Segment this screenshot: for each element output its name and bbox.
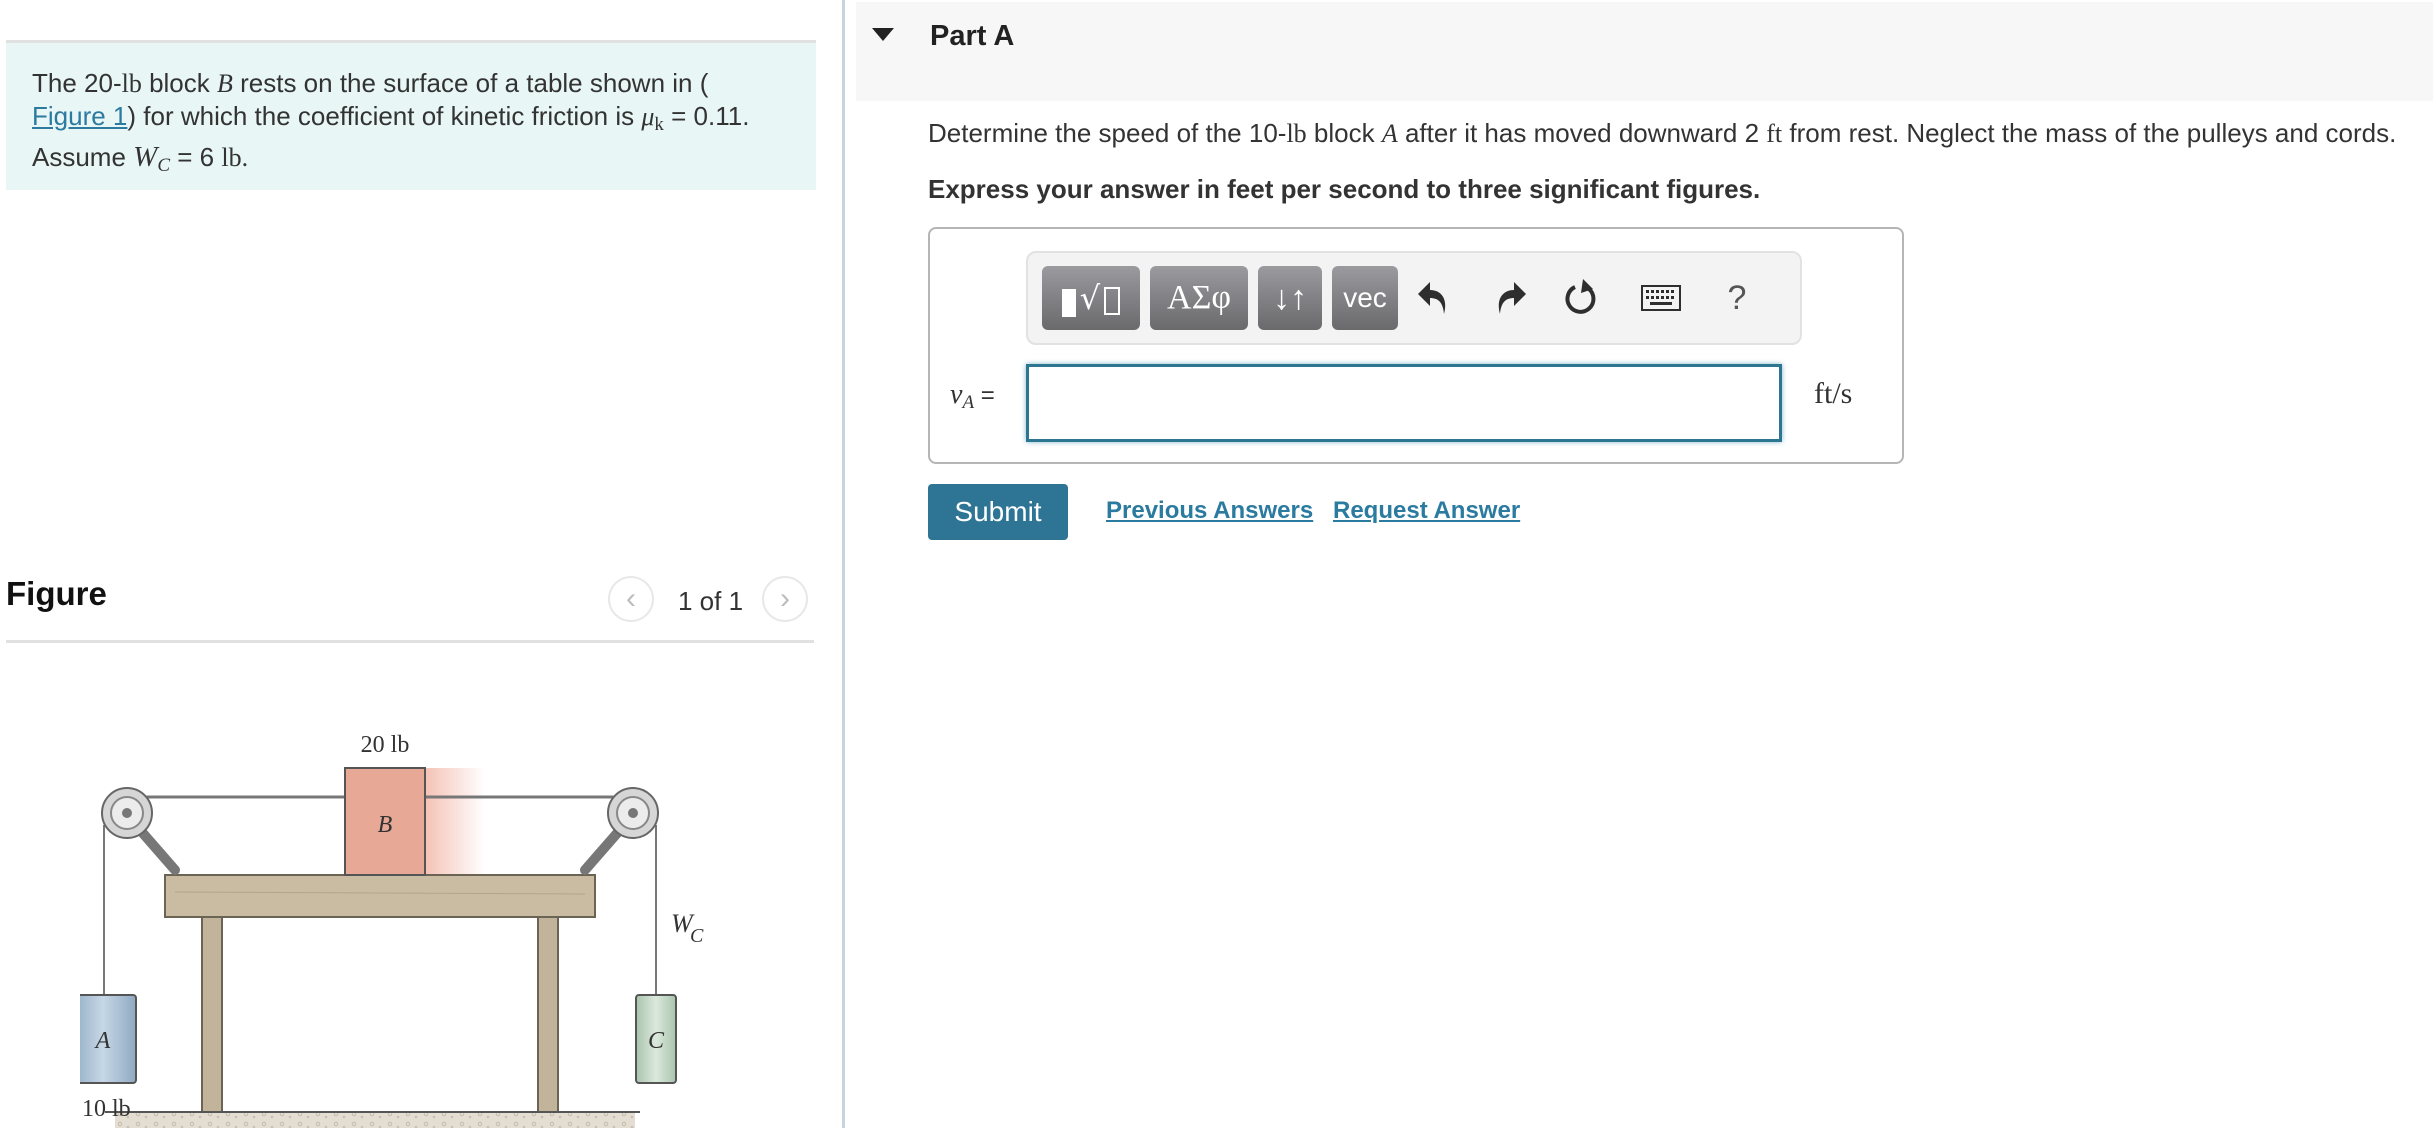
ground [115, 1113, 635, 1128]
figure-header: Figure ‹ 1 of 1 › [6, 565, 814, 643]
block-b-weight-label: 20 lb [361, 732, 410, 758]
answer-input[interactable] [1026, 364, 1782, 442]
block-b-label: B [378, 812, 393, 838]
answer-unit: ft/s [1814, 377, 1853, 410]
block-b-glow [425, 768, 485, 875]
answer-variable-label: vA = [950, 379, 995, 413]
undo-icon [1418, 282, 1446, 314]
block-a-weight-label: 10 lb [82, 1096, 131, 1122]
previous-figure-button[interactable]: ‹ [608, 576, 654, 622]
problem-statement: The 20-lb block B rests on the surface o… [6, 40, 816, 190]
help-icon: ? [1727, 278, 1747, 317]
question-text: Determine the speed of the 10-lb block A… [928, 118, 2397, 148]
table-leg-right [537, 916, 559, 1113]
figure-image: B 20 lb A 10 lb C W C [80, 732, 704, 1128]
greek-symbols-button[interactable]: ΑΣφ [1150, 266, 1248, 330]
keyboard-icon [1641, 285, 1681, 311]
answer-box: √ ΑΣφ ↓↑ vec ? vA = ft/s [928, 227, 1904, 464]
templates-button[interactable]: √ [1042, 266, 1140, 330]
next-figure-button[interactable]: › [762, 576, 808, 622]
undo-button[interactable] [1410, 275, 1456, 321]
wc-sub-label: C [690, 925, 704, 947]
previous-answers-link[interactable]: Previous Answers [1106, 497, 1313, 525]
vector-button[interactable]: vec [1332, 266, 1398, 330]
arrows-icon: ↓↑ [1273, 278, 1307, 317]
reset-button[interactable] [1560, 275, 1606, 321]
submit-button[interactable]: Submit [928, 484, 1068, 540]
keyboard-button[interactable] [1638, 275, 1684, 321]
table-top [164, 874, 596, 918]
figure-link[interactable]: Figure 1 [32, 101, 127, 131]
arrows-button[interactable]: ↓↑ [1258, 266, 1322, 330]
chevron-right-icon: › [780, 582, 790, 615]
math-toolbar: √ ΑΣφ ↓↑ vec ? [1026, 251, 1802, 345]
answer-instruction: Express your answer in feet per second t… [928, 174, 1761, 204]
panel-divider[interactable] [842, 0, 845, 1128]
table-leg-left [201, 916, 223, 1113]
mu-symbol: μ [641, 102, 655, 131]
chevron-left-icon: ‹ [626, 582, 636, 615]
part-a-header[interactable]: Part A [856, 2, 2433, 101]
problem-panel: The 20-lb block B rests on the surface o… [0, 0, 840, 1128]
collapse-triangle-icon[interactable] [872, 28, 894, 41]
redo-icon [1498, 282, 1526, 314]
part-title: Part A [930, 20, 1015, 52]
figure-pager-count: 1 of 1 [678, 586, 744, 616]
reset-icon [1565, 279, 1596, 314]
help-button[interactable]: ? [1714, 275, 1760, 321]
redo-button[interactable] [1488, 275, 1534, 321]
request-answer-link[interactable]: Request Answer [1333, 497, 1520, 525]
block-c-label: C [648, 1028, 665, 1054]
block-a-label: A [94, 1028, 111, 1054]
templates-icon: √ [1061, 279, 1121, 317]
figure-title: Figure [6, 575, 107, 612]
var-b: B [217, 69, 233, 98]
